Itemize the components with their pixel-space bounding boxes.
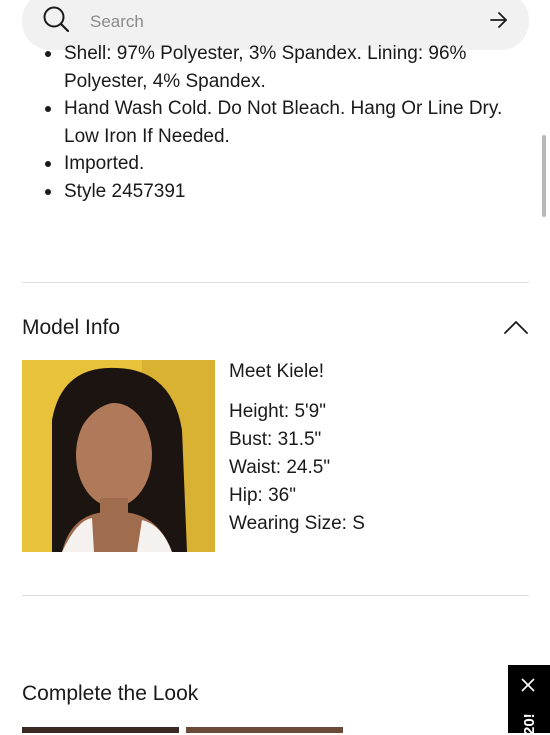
look-product-thumbnail[interactable]	[22, 727, 179, 733]
model-bust: Bust: 31.5"	[229, 429, 322, 450]
look-product-thumbnail[interactable]	[186, 727, 343, 733]
model-height: Height: 5'9"	[229, 401, 326, 422]
chevron-up-icon[interactable]	[503, 318, 529, 336]
search-icon[interactable]	[42, 5, 70, 33]
promo-tab[interactable]: 20!	[508, 665, 550, 735]
detail-item: Shell: 97% Polyester, 3% Spandex. Lining…	[42, 40, 522, 95]
model-wearing-size: Wearing Size: S	[229, 513, 365, 534]
model-intro: Meet Kiele!	[229, 361, 325, 382]
model-hip: Hip: 36"	[229, 485, 296, 506]
model-waist: Waist: 24.5"	[229, 457, 331, 478]
model-measurements: Meet Kiele! Height: 5'9" Bust: 31.5" Wai…	[229, 358, 365, 538]
product-details-list: Shell: 97% Polyester, 3% Spandex. Lining…	[42, 43, 522, 206]
divider	[22, 282, 529, 283]
detail-item: Style 2457391	[42, 178, 522, 206]
complete-look-title: Complete the Look	[22, 682, 199, 705]
detail-item: Hand Wash Cold. Do Not Bleach. Hang Or L…	[42, 95, 522, 150]
scrollbar[interactable]	[542, 135, 546, 217]
arrow-right-icon[interactable]	[489, 10, 509, 30]
close-icon[interactable]	[520, 677, 536, 693]
search-input[interactable]: Search	[90, 12, 144, 32]
promo-text[interactable]: 20!	[521, 713, 538, 735]
detail-item: Imported.	[42, 150, 522, 178]
model-photo	[22, 360, 215, 552]
model-info-title[interactable]: Model Info	[22, 316, 120, 340]
divider	[22, 595, 529, 596]
